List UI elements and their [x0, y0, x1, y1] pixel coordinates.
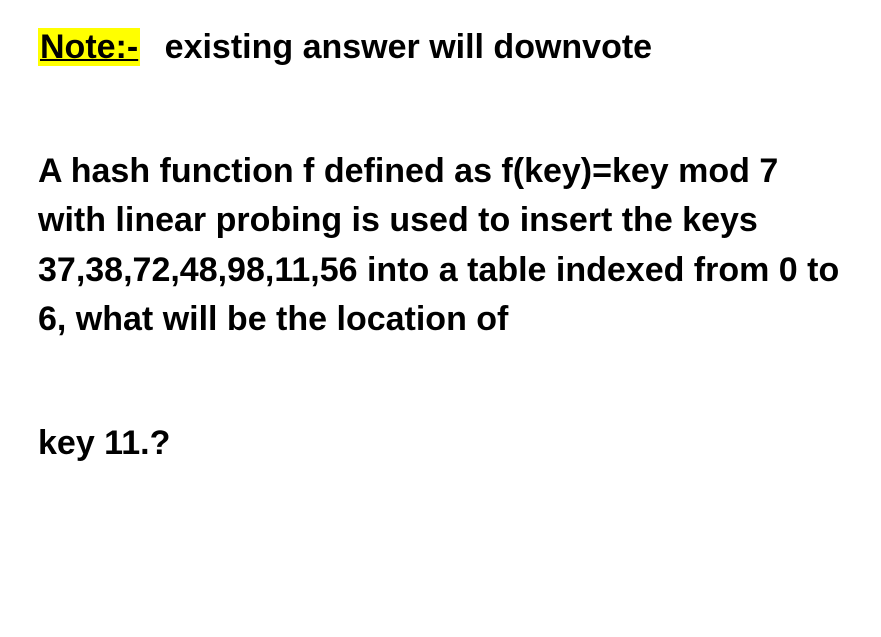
- note-text: existing answer will downvote: [165, 28, 652, 66]
- note-label: Note:-: [38, 28, 140, 66]
- question-tail: key 11.?: [38, 424, 843, 463]
- question-body: A hash function f defined as f(key)=key …: [38, 147, 843, 344]
- note-line: Note:- existing answer will downvote: [38, 28, 843, 67]
